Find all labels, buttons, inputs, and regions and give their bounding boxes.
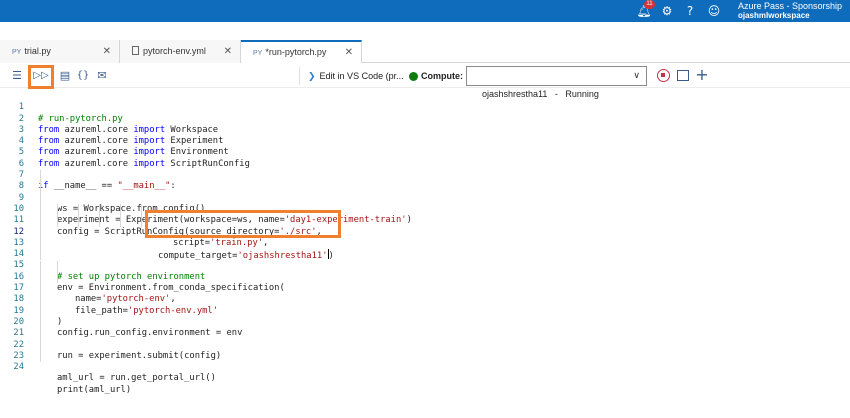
- vscode-icon: ❯: [308, 72, 316, 82]
- tab-pytorch-env-yml[interactable]: pytorch-env.yml ✕: [120, 40, 241, 63]
- code-line: 21 run = experiment.submit(config): [0, 317, 850, 361]
- code-line: 10 config = ScriptRunConfig(source_direc…: [0, 192, 850, 237]
- code-line: 13: [0, 226, 850, 248]
- mail-icon[interactable]: ✉: [94, 68, 110, 84]
- file-icon: [132, 46, 139, 55]
- code-line: 4 from azureml.core import Environment: [0, 125, 850, 157]
- python-file-icon: PY: [12, 49, 22, 56]
- notification-badge: 11: [644, 0, 655, 9]
- tab-label: pytorch-env.yml: [143, 46, 206, 56]
- run-button-highlight: [28, 65, 54, 89]
- code-line: 15 env = Environment.from_conda_specific…: [0, 249, 850, 293]
- code-line: 18 ): [0, 283, 850, 327]
- save-icon[interactable]: ▤: [57, 68, 73, 84]
- tab-trial-py[interactable]: PY trial.py ✕: [0, 40, 120, 63]
- compute-label: Compute:: [421, 71, 463, 81]
- compute-target-highlight: [145, 210, 341, 238]
- stop-compute-icon[interactable]: [657, 69, 670, 82]
- code-line: 7 if __name__ == "__main__":: [0, 159, 850, 191]
- code-line: 2 from azureml.core import Workspace: [0, 102, 850, 135]
- editor-tab-bar: PY trial.py ✕ pytorch-env.yml ✕ PY *run-py…: [0, 40, 850, 63]
- workspace-name: ojashmlworkspace: [738, 11, 810, 20]
- code-line: 14 # set up pytorch environment: [0, 237, 850, 282]
- tab-label: trial.py: [24, 46, 51, 56]
- code-line: 20: [0, 305, 850, 327]
- code-line: 12 compute_target='ojashshrestha11'): [0, 215, 850, 261]
- code-line: 24 print(aml_url): [0, 350, 850, 395]
- code-line: 6: [0, 148, 850, 169]
- terminal-icon[interactable]: [677, 70, 689, 81]
- tab-run-pytorch-py[interactable]: PY *run-pytorch.py ✕: [241, 40, 362, 63]
- account-title: Azure Pass - Sponsorship: [738, 1, 843, 11]
- code-line: 9 experiment = Experiment(workspace=ws, …: [0, 181, 850, 225]
- menu-icon[interactable]: ☰: [9, 68, 25, 84]
- code-line: 5 from azureml.core import ScriptRunConf…: [0, 136, 850, 168]
- code-editor[interactable]: 1 # run-pytorch.py 2 from azureml.core i…: [0, 89, 850, 395]
- close-icon[interactable]: ✕: [103, 40, 111, 63]
- code-line: 11 script='train.py',: [0, 204, 850, 248]
- compute-status-dot: [409, 72, 418, 81]
- notebook-toolbar: ☰ ▷▷ ▤ {} ✉ ❯ Edit in VS Code (pr... Comp…: [0, 64, 850, 99]
- code-line: 16 name='pytorch-env',: [0, 260, 850, 304]
- portal-top-bar: 🔔︎ 11 ⚙ ? ☺ Azure Pass - Sponsorship oja…: [0, 0, 850, 22]
- tab-label: *run-pytorch.py: [265, 47, 327, 57]
- edit-in-vscode-label: Edit in VS Code (pr...: [319, 71, 404, 81]
- code-line: 1 # run-pytorch.py: [0, 91, 850, 123]
- account-menu[interactable]: Azure Pass - Sponsorship ojashmlworkspac…: [738, 1, 842, 21]
- code-line: 19 config.run_config.environment = env: [0, 294, 850, 338]
- code-text: print(aml_url): [57, 384, 132, 395]
- code-line: 3 from azureml.core import Experiment: [0, 114, 850, 146]
- braces-icon[interactable]: {}: [75, 68, 91, 84]
- code-text: aml_url = run.get_portal_url(): [57, 373, 216, 384]
- add-icon[interactable]: +: [695, 66, 709, 84]
- code-line: 23 aml_url = run.get_portal_url(): [0, 339, 850, 383]
- close-icon[interactable]: ✕: [224, 40, 232, 63]
- code-line: 8 ws = Workspace.from_config(): [0, 170, 850, 214]
- close-icon[interactable]: ✕: [345, 42, 353, 63]
- line-number: 24: [13, 362, 24, 373]
- gear-icon[interactable]: ⚙: [659, 3, 675, 19]
- python-file-icon: PY: [253, 50, 263, 57]
- compute-select[interactable]: ojashshrestha11 - Running ∨: [466, 66, 647, 99]
- help-icon[interactable]: ?: [682, 3, 698, 19]
- smiley-icon[interactable]: ☺: [706, 3, 722, 19]
- chevron-down-icon: ∨: [633, 71, 640, 81]
- edit-in-vscode-button[interactable]: ❯ Edit in VS Code (pr...: [299, 67, 404, 85]
- code-line: 17 file_path='pytorch-env.yml': [0, 271, 850, 316]
- code-line: 22: [0, 328, 850, 350]
